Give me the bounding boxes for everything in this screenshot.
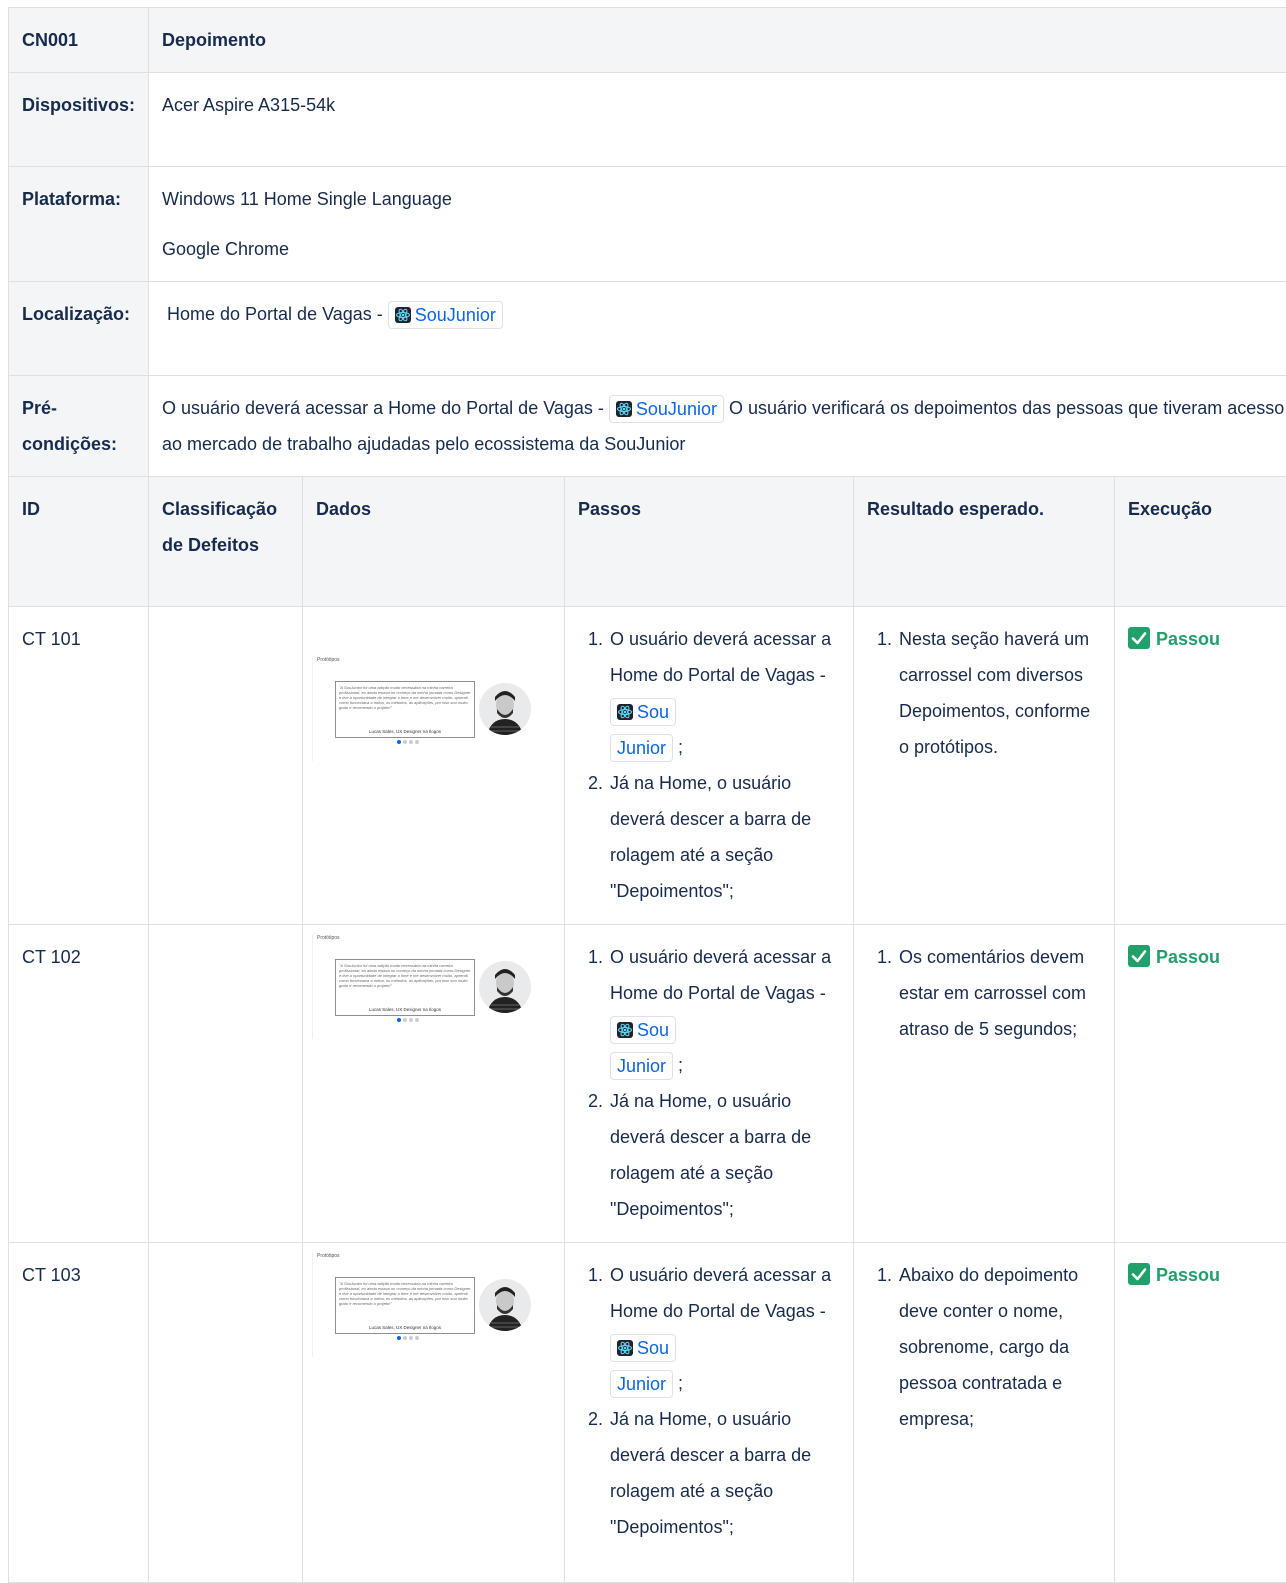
react-icon (617, 1022, 633, 1038)
prototype-thumbnail: Protótipos "A SouJunior foi uma adição m… (312, 935, 545, 1039)
soujunior-link[interactable]: Sou (610, 1016, 676, 1044)
case-title: Depoimento (149, 8, 1286, 73)
case-id: CN001 (9, 8, 149, 73)
carousel-dots (397, 1336, 421, 1340)
column-header: Passos (565, 477, 854, 607)
avatar (479, 683, 531, 735)
prototype-thumbnail: Protótipos "A SouJunior foi uma adição m… (312, 1253, 545, 1357)
test-case-table: CN001 Depoimento Dispositivos: Acer Aspi… (8, 7, 1286, 1583)
table-row: CT 103 Protótipos "A SouJunior foi uma a… (9, 1243, 1286, 1583)
steps-cell: O usuário deverá acessar a Home do Porta… (565, 607, 854, 925)
soujunior-link[interactable]: Junior (610, 1370, 673, 1398)
check-icon (1128, 945, 1150, 967)
case-id-cell: CT 102 (9, 925, 149, 1243)
check-icon (1128, 1263, 1150, 1285)
info-value: Windows 11 Home Single Language Google C… (149, 167, 1286, 282)
avatar (479, 1279, 531, 1331)
react-icon (617, 1340, 633, 1356)
soujunior-link[interactable]: Junior (610, 734, 673, 762)
execution-cell: Passou (1115, 1243, 1286, 1583)
column-header: Dados (303, 477, 565, 607)
data-cell: Protótipos "A SouJunior foi uma adição m… (303, 925, 565, 1243)
expected-cell: Os comentários devem estar em carrossel … (854, 925, 1115, 1243)
info-label: Localização: (9, 282, 149, 376)
prototype-thumbnail: Protótipos "A SouJunior foi uma adição m… (312, 657, 545, 761)
soujunior-link[interactable]: SouJunior (388, 301, 503, 329)
soujunior-link[interactable]: Junior (610, 1052, 673, 1080)
info-label: Dispositivos: (9, 73, 149, 167)
info-row-devices: Dispositivos: Acer Aspire A315-54k (9, 73, 1286, 167)
steps-cell: O usuário deverá acessar a Home do Porta… (565, 925, 854, 1243)
testimonial-card: "A SouJunior foi uma adição muito necess… (335, 1277, 475, 1334)
info-row-preconditions: Pré-condições: O usuário deverá acessar … (9, 376, 1286, 477)
column-header: Execução (1115, 477, 1286, 607)
soujunior-link[interactable]: Sou (610, 698, 676, 726)
expected-cell: Abaixo do depoimento deve conter o nome,… (854, 1243, 1115, 1583)
column-header-row: ID Classificação de Defeitos Dados Passo… (9, 477, 1286, 607)
classification-cell (149, 607, 303, 925)
react-icon (617, 704, 633, 720)
execution-cell: Passou (1115, 925, 1286, 1243)
avatar (479, 961, 531, 1013)
data-cell: Protótipos "A SouJunior foi uma adição m… (303, 1243, 565, 1583)
data-cell: Protótipos "A SouJunior foi uma adição m… (303, 607, 565, 925)
table-row: CT 101 Protótipos "A SouJunior foi uma a… (9, 607, 1286, 925)
testimonial-card: "A SouJunior foi uma adição muito necess… (335, 681, 475, 738)
header-row: CN001 Depoimento (9, 8, 1286, 73)
info-value: Home do Portal de Vagas - SouJunior (149, 282, 1286, 376)
info-row-location: Localização: Home do Portal de Vagas - S… (9, 282, 1286, 376)
info-label: Plataforma: (9, 167, 149, 282)
check-icon (1128, 627, 1150, 649)
soujunior-link[interactable]: Sou (610, 1334, 676, 1362)
status-label: Passou (1156, 629, 1220, 649)
status-label: Passou (1156, 1265, 1220, 1285)
expected-cell: Nesta seção haverá um carrossel com dive… (854, 607, 1115, 925)
steps-cell: O usuário deverá acessar a Home do Porta… (565, 1243, 854, 1583)
carousel-dots (397, 1018, 421, 1022)
classification-cell (149, 925, 303, 1243)
info-value: Acer Aspire A315-54k (149, 73, 1286, 167)
column-header: Classificação de Defeitos (149, 477, 303, 607)
column-header: Resultado esperado. (854, 477, 1115, 607)
info-row-platform: Plataforma: Windows 11 Home Single Langu… (9, 167, 1286, 282)
soujunior-link[interactable]: SouJunior (609, 395, 724, 423)
case-id-cell: CT 103 (9, 1243, 149, 1583)
info-value: O usuário deverá acessar a Home do Porta… (149, 376, 1286, 477)
status-label: Passou (1156, 947, 1220, 967)
case-id-cell: CT 101 (9, 607, 149, 925)
react-icon (616, 401, 632, 417)
carousel-dots (397, 740, 421, 744)
execution-cell: Passou (1115, 607, 1286, 925)
table-row: CT 102 Protótipos "A SouJunior foi uma a… (9, 925, 1286, 1243)
column-header: ID (9, 477, 149, 607)
testimonial-card: "A SouJunior foi uma adição muito necess… (335, 959, 475, 1016)
info-label: Pré-condições: (9, 376, 149, 477)
classification-cell (149, 1243, 303, 1583)
react-icon (395, 307, 411, 323)
